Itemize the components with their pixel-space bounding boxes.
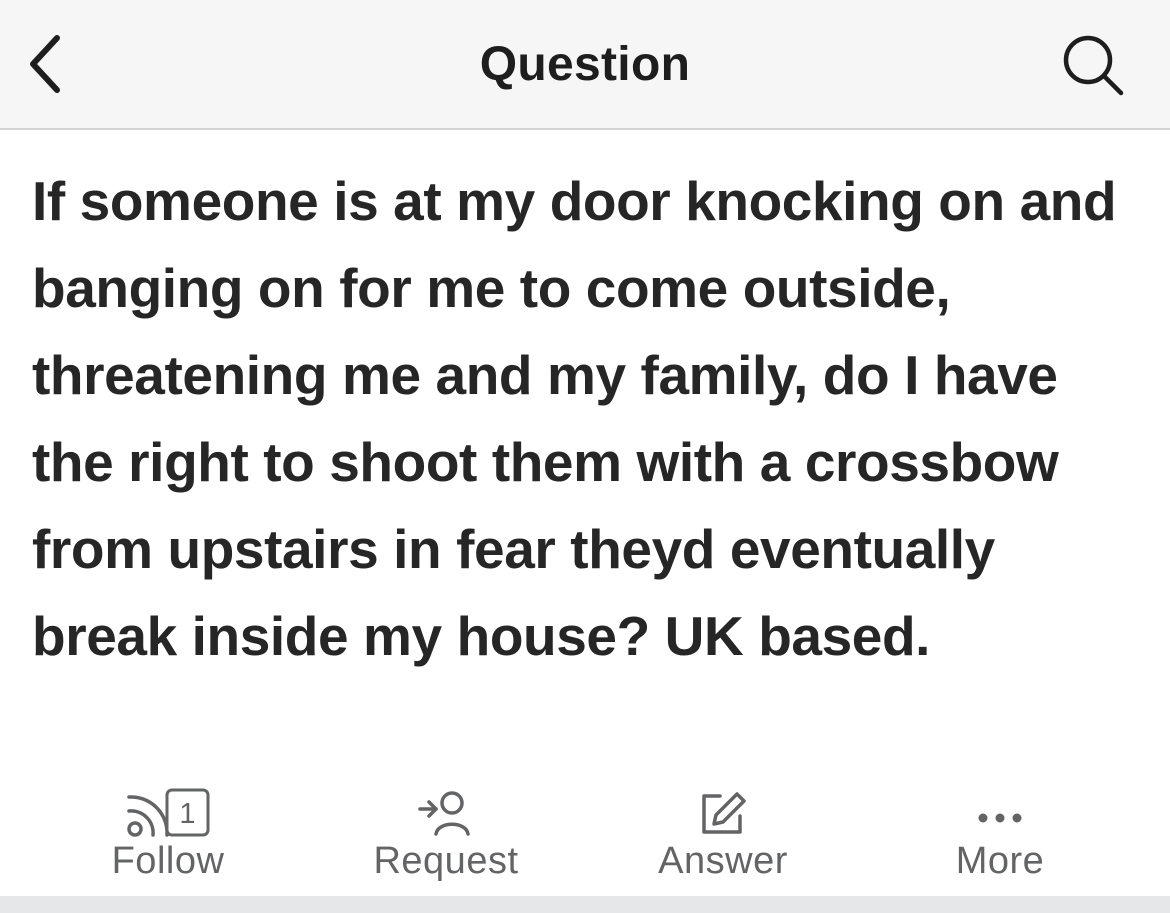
search-button[interactable] xyxy=(1052,24,1136,108)
pencil-edit-icon xyxy=(702,792,746,834)
answer-button[interactable]: Answer xyxy=(613,778,833,896)
more-dots-icon xyxy=(978,813,1022,823)
top-nav-bar: Question xyxy=(0,0,1170,130)
more-button[interactable]: More xyxy=(890,778,1110,896)
chevron-left-icon xyxy=(30,35,60,93)
request-person-icon xyxy=(418,791,470,836)
request-button[interactable]: Request xyxy=(336,778,556,896)
answer-label: Answer xyxy=(658,840,788,882)
bottom-divider xyxy=(0,896,1170,913)
follow-feed-icon: 1 xyxy=(127,788,210,837)
question-text: If someone is at my door knocking on and… xyxy=(32,170,1117,667)
follow-count: 1 xyxy=(179,798,195,830)
question-action-bar: 1 Follow Request Answer More xyxy=(0,778,1170,896)
request-label: Request xyxy=(373,840,519,882)
follow-button[interactable]: 1 Follow xyxy=(58,778,278,896)
back-button[interactable] xyxy=(16,26,76,102)
follow-label: Follow xyxy=(111,840,225,882)
more-label: More xyxy=(955,840,1045,882)
page-title: Question xyxy=(479,38,691,91)
search-icon xyxy=(1063,35,1124,96)
